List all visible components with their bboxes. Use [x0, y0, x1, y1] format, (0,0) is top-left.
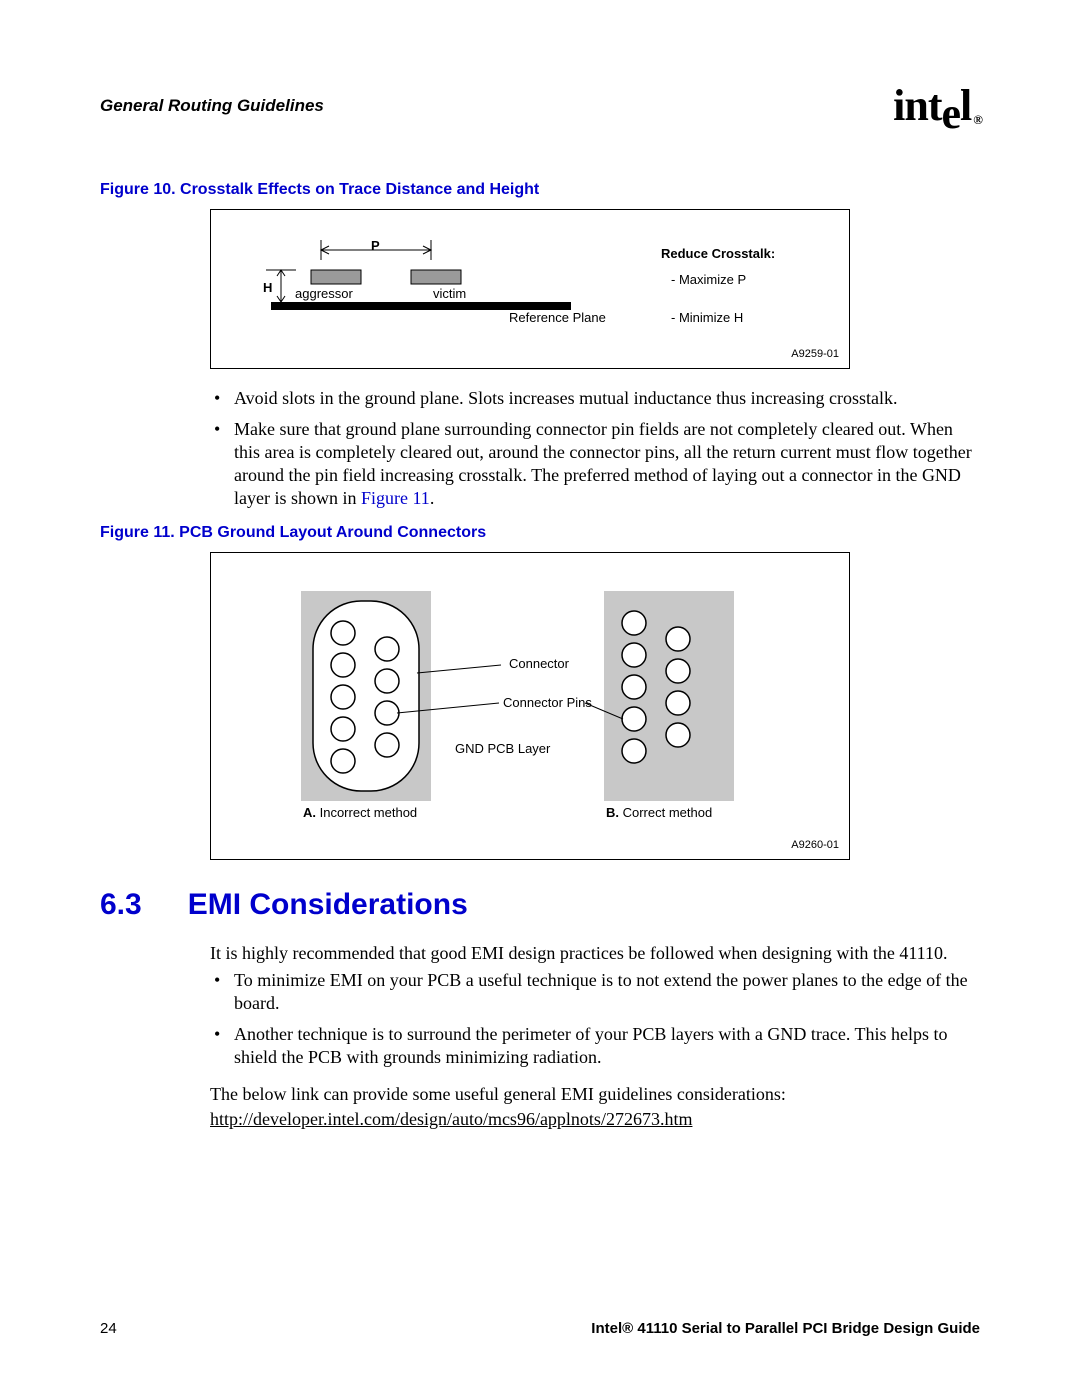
figure11-box: Connector Connector Pins GND PCB Layer A…: [210, 552, 850, 860]
figure10-box: P H aggressor victim Reference Plane Red…: [210, 209, 850, 369]
page-number: 24: [100, 1320, 117, 1337]
label-connector-pins: Connector Pins: [503, 695, 592, 710]
figure11-caption: Figure 11. PCB Ground Layout Around Conn…: [100, 524, 980, 542]
bullet-item: To minimize EMI on your PCB a useful tec…: [210, 969, 980, 1015]
label-aggressor: aggressor: [295, 286, 353, 301]
bullet-item: Another technique is to surround the per…: [210, 1023, 980, 1069]
figure11-xref[interactable]: Figure 11: [361, 488, 430, 508]
label-gnd-layer: GND PCB Layer: [455, 741, 550, 756]
bullet-text: Make sure that ground plane surrounding …: [234, 419, 972, 508]
section-para: It is highly recommended that good EMI d…: [210, 942, 980, 965]
label-H: H: [263, 280, 272, 295]
figure11-code: A9260-01: [791, 839, 839, 851]
section-para: The below link can provide some useful g…: [210, 1083, 980, 1106]
bullet-item: Make sure that ground plane surrounding …: [210, 418, 980, 510]
reduce-crosstalk-line1: - Maximize P: [671, 272, 746, 287]
label-connector: Connector: [509, 656, 569, 671]
label-a: A. Incorrect method: [303, 805, 417, 820]
reduce-crosstalk-title: Reduce Crosstalk:: [661, 246, 775, 261]
section-number: 6.3: [100, 888, 142, 922]
section-title: EMI Considerations: [188, 888, 468, 922]
external-link[interactable]: http://developer.intel.com/design/auto/m…: [210, 1109, 980, 1130]
figure10-code: A9259-01: [791, 348, 839, 360]
running-head: General Routing Guidelines: [100, 96, 324, 116]
reduce-crosstalk-line2: - Minimize H: [671, 310, 743, 325]
label-refplane: Reference Plane: [509, 310, 606, 325]
bullet-tail: .: [430, 488, 435, 508]
label-P: P: [371, 238, 380, 253]
footer-title: Intel® 41110 Serial to Parallel PCI Brid…: [591, 1320, 980, 1337]
label-b: B. Correct method: [606, 805, 712, 820]
label-victim: victim: [433, 286, 466, 301]
intel-logo: intel®: [893, 80, 980, 131]
figure10-caption: Figure 10. Crosstalk Effects on Trace Di…: [100, 181, 980, 199]
bullet-item: Avoid slots in the ground plane. Slots i…: [210, 387, 980, 410]
